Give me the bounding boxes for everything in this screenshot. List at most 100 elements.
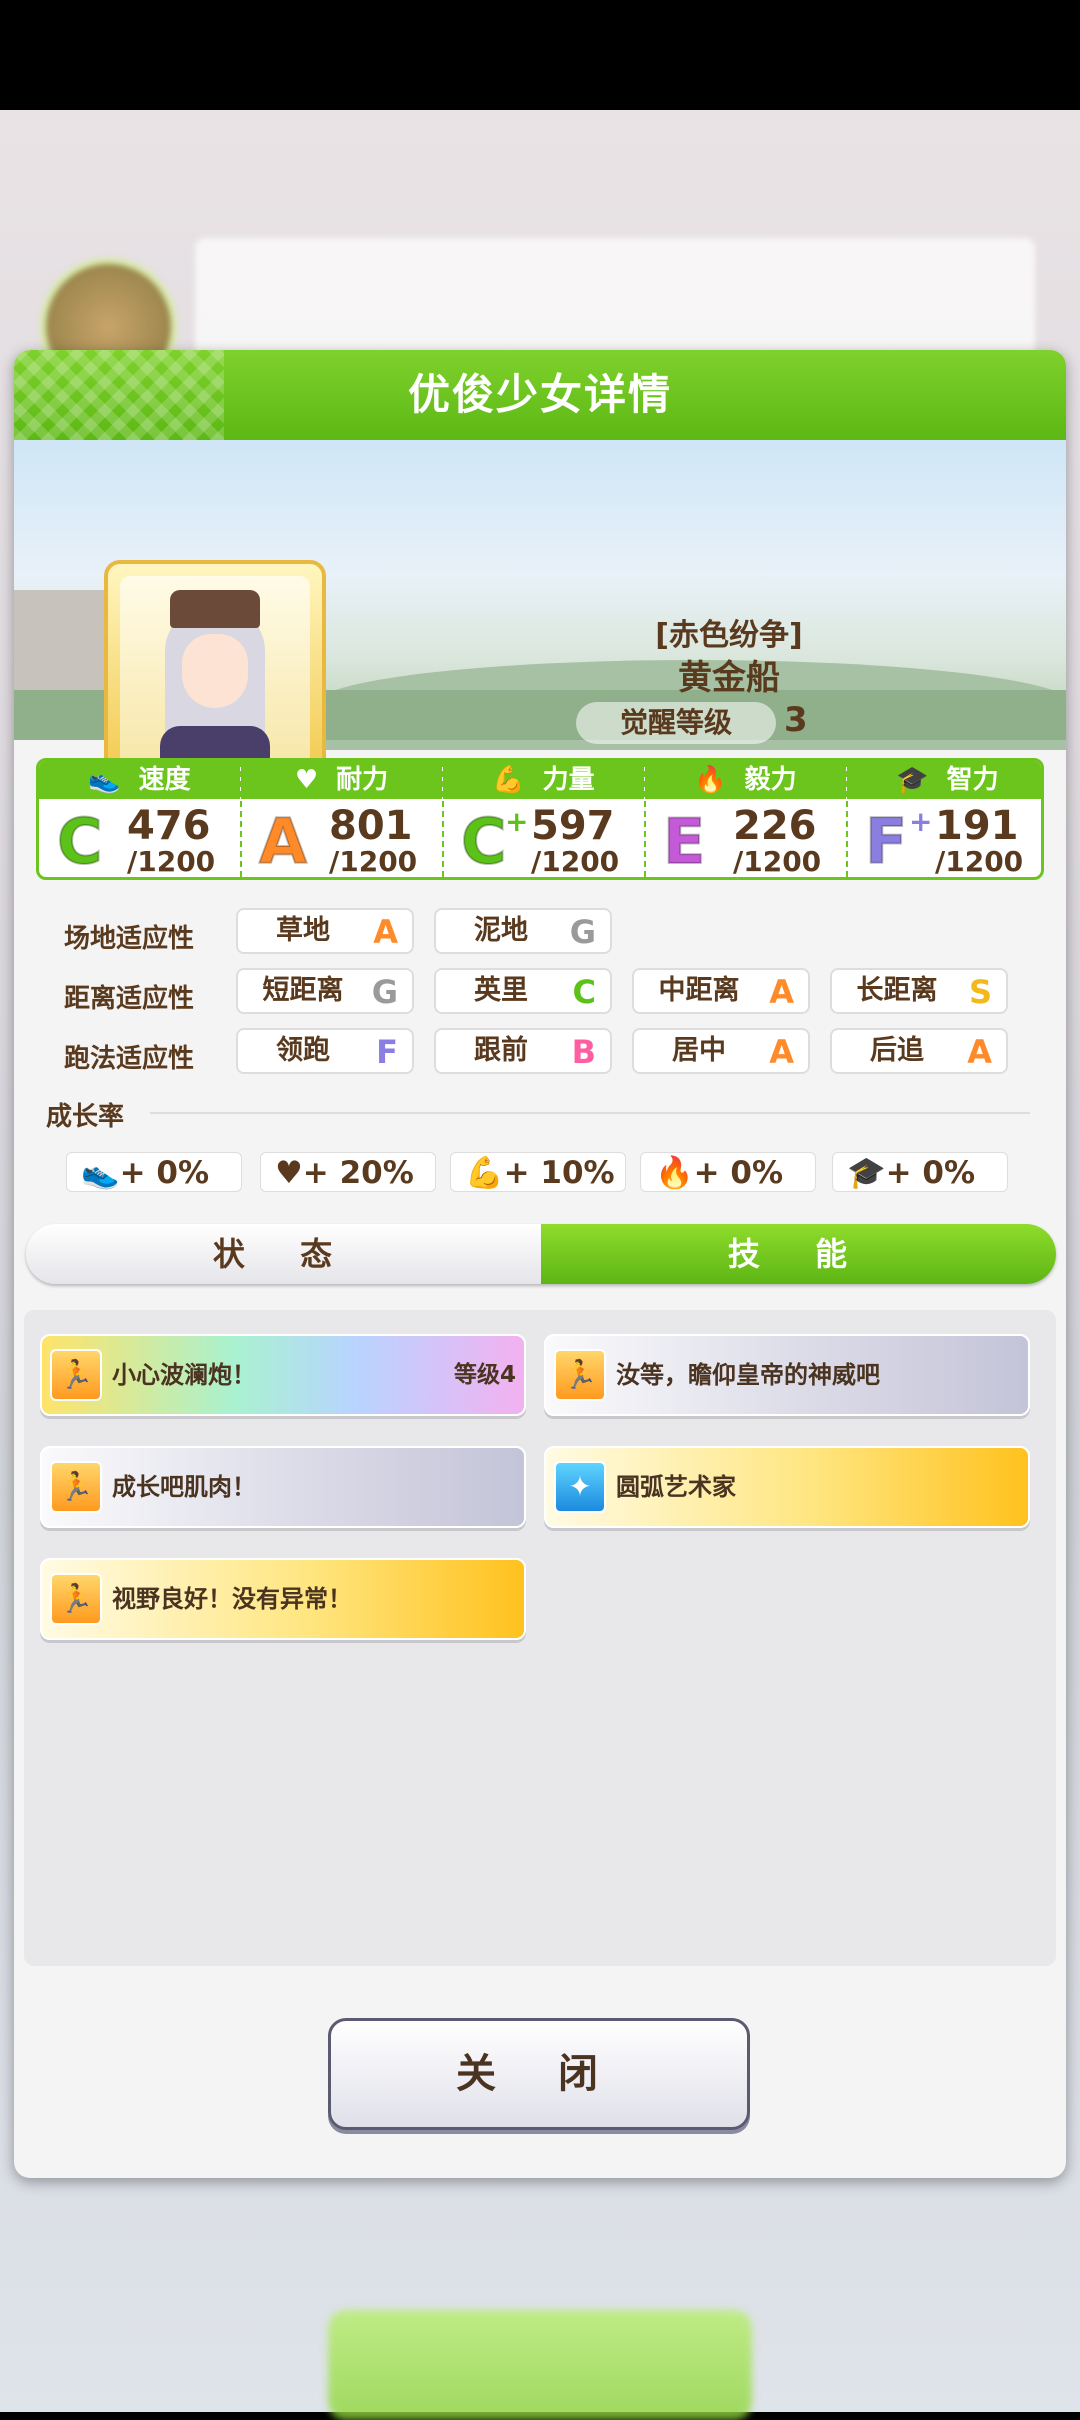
stat-value: 226: [733, 803, 817, 849]
stat-grade: C: [56, 804, 103, 878]
portrait-hat: [170, 590, 260, 628]
skill-name: 视野良好！没有异常！: [112, 1585, 352, 1613]
stat-value: 191: [935, 803, 1019, 849]
stat-grade-plus: +: [909, 805, 933, 838]
aptitude-grade: S: [968, 973, 992, 1011]
aptitude-name: 草地: [276, 915, 330, 946]
skill-name: 小心波澜炮！: [112, 1361, 256, 1389]
growth-rate-label: 成长率: [46, 1102, 125, 1132]
runner-icon: 🏃: [50, 1461, 102, 1513]
stat-value: 476: [127, 803, 211, 849]
growth-item-guts: 🔥+ 0%: [640, 1152, 816, 1192]
aptitude-name: 领跑: [276, 1035, 330, 1066]
aptitude-name: 中距离: [658, 975, 740, 1006]
stat-wisdom: 🎓 智力 F + 191 /1200: [847, 761, 1041, 878]
aptitude-label-strategy: 跑法适应性: [64, 1044, 195, 1074]
growth-value: + 20%: [302, 1155, 414, 1191]
skill-name: 圆弧艺术家: [616, 1473, 736, 1501]
aptitude-item: 中距离 A: [632, 968, 810, 1014]
character-portrait[interactable]: [104, 560, 326, 782]
detail-tabs: 状 态 技 能: [26, 1224, 1056, 1284]
skill-item[interactable]: ✦ 圆弧艺术家: [544, 1446, 1030, 1528]
status-bar: [0, 0, 1080, 110]
aptitude-name: 泥地: [474, 915, 528, 946]
runner-icon: 🏃: [554, 1349, 606, 1401]
heart-icon: ♥: [275, 1155, 303, 1191]
character-name: 黄金船: [678, 658, 780, 698]
heart-icon: ♥: [294, 765, 319, 795]
aptitude-grade: A: [373, 913, 398, 951]
portrait-face: [182, 634, 248, 708]
tab-status[interactable]: 状 态: [26, 1224, 541, 1284]
shoe-icon: 👟: [81, 1155, 120, 1191]
aptitude-name: 居中: [672, 1035, 726, 1066]
background-next-button: [328, 2310, 752, 2420]
character-epithet: [赤色纷争]: [655, 618, 803, 653]
stat-label: 耐力: [336, 765, 389, 795]
stat-label: 力量: [542, 765, 595, 795]
tab-skills[interactable]: 技 能: [541, 1224, 1056, 1284]
skill-item[interactable]: 🏃 成长吧肌肉！: [40, 1446, 526, 1528]
stat-max: /1200: [127, 845, 216, 878]
skill-item[interactable]: 🏃 视野良好！没有异常！: [40, 1558, 526, 1640]
skill-name: 成长吧肌肉！: [112, 1473, 256, 1501]
dialog-header: 优俊少女详情: [14, 350, 1066, 440]
runner-icon: 🏃: [50, 1573, 102, 1625]
close-button[interactable]: 关 闭: [328, 2018, 750, 2130]
stat-value: 801: [329, 803, 413, 849]
aptitude-name: 后追: [870, 1035, 924, 1066]
awakening-label: 觉醒等级: [576, 702, 776, 744]
aptitude-name: 英里: [474, 975, 528, 1006]
aptitude-item: 居中 A: [632, 1028, 810, 1074]
growth-value: + 0%: [885, 1155, 976, 1191]
muscle-icon: 💪: [492, 765, 525, 795]
character-banner: ★★★★★ [赤色纷争] 黄金船 觉醒等级 3: [14, 440, 1066, 816]
aptitude-item: 长距离 S: [830, 968, 1008, 1014]
aptitude-label-distance: 距离适应性: [64, 984, 195, 1014]
aptitude-item: 草地 A: [236, 908, 414, 954]
skill-item[interactable]: 🏃 小心波澜炮！ 等级4: [40, 1334, 526, 1416]
aptitude-grade: B: [571, 1033, 596, 1071]
stat-label: 速度: [138, 765, 191, 795]
stat-grade: A: [258, 804, 308, 878]
skill-item[interactable]: 🏃 汝等，瞻仰皇帝的神威吧: [544, 1334, 1030, 1416]
stat-stamina: ♥ 耐力 A 801 /1200: [241, 761, 442, 877]
aptitude-item: 后追 A: [830, 1028, 1008, 1074]
awakening-level: 3: [784, 700, 808, 740]
aptitude-grade: C: [572, 973, 596, 1011]
aptitude-grade: G: [569, 913, 596, 951]
stat-label: 智力: [946, 765, 999, 795]
stat-max: /1200: [329, 845, 418, 878]
stat-max: /1200: [935, 845, 1024, 878]
portrait-image: [120, 576, 310, 766]
sparkle-icon: ✦: [554, 1461, 606, 1513]
stat-power: 💪 力量 C + 597 /1200: [443, 761, 644, 877]
skills-panel: 🏃 小心波澜炮！ 等级4 🏃 汝等，瞻仰皇帝的神威吧 🏃 成长吧肌肉！ ✦ 圆弧…: [24, 1310, 1056, 1966]
aptitude-name: 跟前: [474, 1035, 528, 1066]
growth-value: + 10%: [503, 1155, 615, 1191]
growth-item-wisdom: 🎓+ 0%: [832, 1152, 1008, 1192]
skill-name: 汝等，瞻仰皇帝的神威吧: [616, 1361, 880, 1389]
aptitude-item: 领跑 F: [236, 1028, 414, 1074]
stat-grade: C: [460, 804, 507, 878]
stat-grade: F: [864, 804, 908, 878]
aptitude-grade: A: [967, 1033, 992, 1071]
skill-level: 等级4: [453, 1362, 516, 1388]
aptitude-grade: A: [769, 1033, 794, 1071]
graduation-cap-icon: 🎓: [896, 765, 929, 795]
stat-max: /1200: [733, 845, 822, 878]
graduation-cap-icon: 🎓: [847, 1155, 886, 1191]
stats-panel: 👟 速度 C 476 /1200 ♥ 耐力 A 801 /1200 💪 力量 C + …: [36, 758, 1044, 880]
stat-guts: 🔥 毅力 E 226 /1200: [645, 761, 846, 877]
aptitude-item: 英里 C: [434, 968, 612, 1014]
aptitude-item: 短距离 G: [236, 968, 414, 1014]
aptitude-grade: A: [769, 973, 794, 1011]
growth-item-power: 💪+ 10%: [450, 1152, 626, 1192]
aptitude-name: 短距离: [262, 975, 344, 1006]
stat-grade-plus: +: [505, 805, 529, 838]
aptitude-name: 长距离: [856, 975, 938, 1006]
stat-label: 毅力: [744, 765, 797, 795]
shoe-icon: 👟: [88, 765, 121, 795]
stat-max: /1200: [531, 845, 620, 878]
growth-item-speed: 👟+ 0%: [66, 1152, 242, 1192]
